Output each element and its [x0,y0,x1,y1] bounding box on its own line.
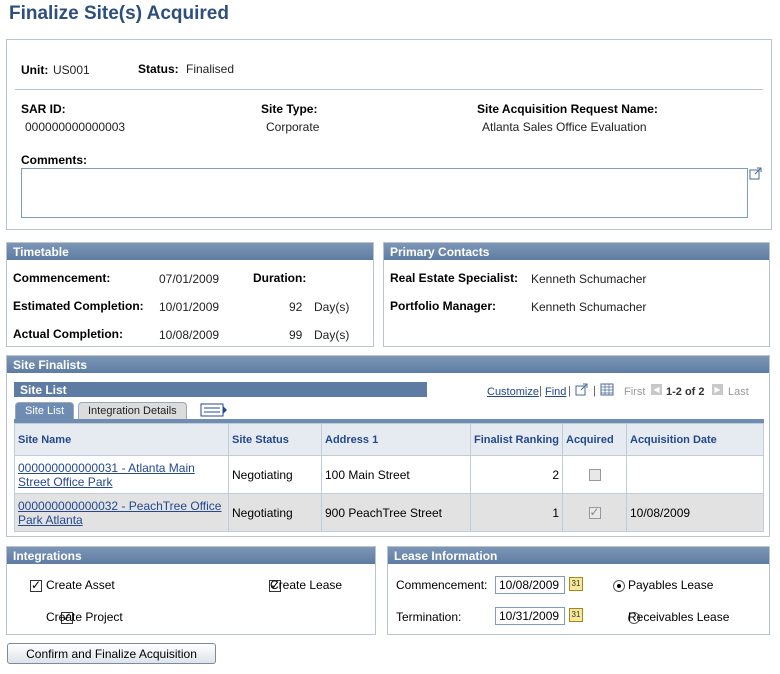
acquired-checkbox [588,469,601,482]
contacts-panel: Primary Contacts Real Estate Specialist:… [383,242,770,347]
lease-panel: Lease Information Commencement: 31 Payab… [387,546,770,635]
comments-textarea[interactable] [21,168,748,218]
lease-termination-input[interactable] [495,607,565,625]
site-address: 100 Main Street [321,455,471,494]
res-value: Kenneth Schumacher [531,272,647,286]
integrations-title: Integrations [7,547,375,564]
finalists-title: Site Finalists [7,356,769,373]
payables-lease-label: Payables Lease [628,578,714,592]
download-grid-icon[interactable] [600,383,614,396]
status-label: Status: [138,62,179,76]
site-status: Negotiating [228,493,322,532]
col-address: Address 1 [321,423,471,456]
divider [15,89,763,90]
nav-separator: | [539,385,542,397]
site-name-link[interactable]: 000000000000032 - PeachTree Office Park … [18,499,221,527]
pm-label: Portfolio Manager: [390,299,497,313]
actual-unit: Day(s) [314,328,350,342]
site-ranking: 2 [470,455,563,494]
pm-value: Kenneth Schumacher [531,300,647,314]
col-site-name: Site Name [14,423,229,456]
header-panel: Unit: US001 Status: Finalised SAR ID: 00… [6,39,772,230]
tab-integration-details[interactable]: Integration Details [78,402,187,419]
site-name-link[interactable]: 000000000000031 - Atlanta Main Street Of… [18,461,195,489]
next-icon[interactable]: ▶ [712,384,723,395]
est-completion-value: 10/01/2009 [159,300,220,314]
site-address: 900 PeachTree Street [321,493,471,532]
page-title: Finalize Site(s) Acquired [9,3,229,24]
site-status: Negotiating [228,455,322,494]
lease-title: Lease Information [388,547,769,564]
last-link[interactable]: Last [728,386,749,398]
acquired-checkbox [588,505,601,520]
tab-site-list[interactable]: Site List [15,402,75,419]
table-row: 000000000000032 - PeachTree Office Park … [14,493,764,532]
unit-value: US001 [53,63,90,77]
unit-label: Unit: [21,63,49,77]
previous-icon[interactable]: ◀ [651,384,662,395]
sar-name-value: Atlanta Sales Office Evaluation [482,120,647,134]
receivables-lease-label: Receivables Lease [628,610,730,624]
payables-lease-radio[interactable] [613,579,625,592]
sar-id-value: 000000000000003 [25,120,126,134]
calendar-icon[interactable]: 31 [569,577,583,591]
commencement-value: 07/01/2009 [159,272,220,286]
show-all-columns-icon[interactable] [200,403,228,417]
est-completion-label: Estimated Completion: [13,299,144,313]
actual-days: 99 [289,328,303,342]
col-acquisition-date: Acquisition Date [626,423,764,456]
duration-label: Duration: [253,271,307,285]
grid-nav: Customize | Find | | First ◀ 1-2 of 2 ▶ … [427,382,764,399]
actual-completion-value: 10/08/2009 [159,328,220,342]
sar-id-label: SAR ID: [21,102,66,116]
table-row: 000000000000031 - Atlanta Main Street Of… [14,455,764,494]
customize-link[interactable]: Customize [487,386,539,398]
res-label: Real Estate Specialist: [390,271,519,285]
nav-separator: | [568,385,571,397]
contacts-title: Primary Contacts [384,243,769,260]
page-range: 1-2 of 2 [666,386,705,398]
create-project-label: Create Project [46,610,123,624]
est-unit: Day(s) [314,300,350,314]
lease-commencement-label: Commencement: [396,578,488,592]
lease-commencement-input[interactable] [495,576,565,594]
confirm-finalize-button[interactable]: Confirm and Finalize Acquisition [7,643,216,664]
view-all-icon[interactable] [575,383,589,396]
lease-termination-label: Termination: [396,610,462,624]
site-type-value: Corporate [266,120,320,134]
timetable-title: Timetable [7,243,373,260]
est-days: 92 [289,300,303,314]
site-type-label: Site Type: [261,102,318,116]
find-link[interactable]: Find [545,386,566,398]
nav-separator: | [593,385,596,397]
integrations-panel: Integrations Create Asset Create Lease C… [6,546,376,635]
status-value: Finalised [186,62,235,76]
calendar-icon[interactable]: 31 [569,608,583,622]
create-asset-checkbox[interactable] [30,578,42,592]
col-site-status: Site Status [228,423,322,456]
first-link[interactable]: First [624,386,645,398]
actual-completion-label: Actual Completion: [13,327,123,341]
grid-title: Site List [20,383,67,397]
comments-label: Comments: [21,153,88,167]
site-ranking: 1 [470,493,563,532]
finalists-panel: Site Finalists Site List Customize | Fin… [6,355,770,537]
create-asset-label: Create Asset [46,578,115,592]
col-acquired: Acquired [562,423,627,456]
create-lease-label: Create Lease [270,578,343,592]
site-list-table: Site Name Site Status Address 1 Finalist… [14,423,764,532]
acquisition-date: 10/08/2009 [626,493,764,532]
col-finalist-ranking: Finalist Ranking [470,423,563,456]
acquisition-date [626,455,764,494]
commencement-label: Commencement: [13,271,111,285]
sar-name-label: Site Acquisition Request Name: [477,102,658,116]
timetable-panel: Timetable Commencement: 07/01/2009 Durat… [6,242,374,347]
expand-icon[interactable] [749,167,763,180]
